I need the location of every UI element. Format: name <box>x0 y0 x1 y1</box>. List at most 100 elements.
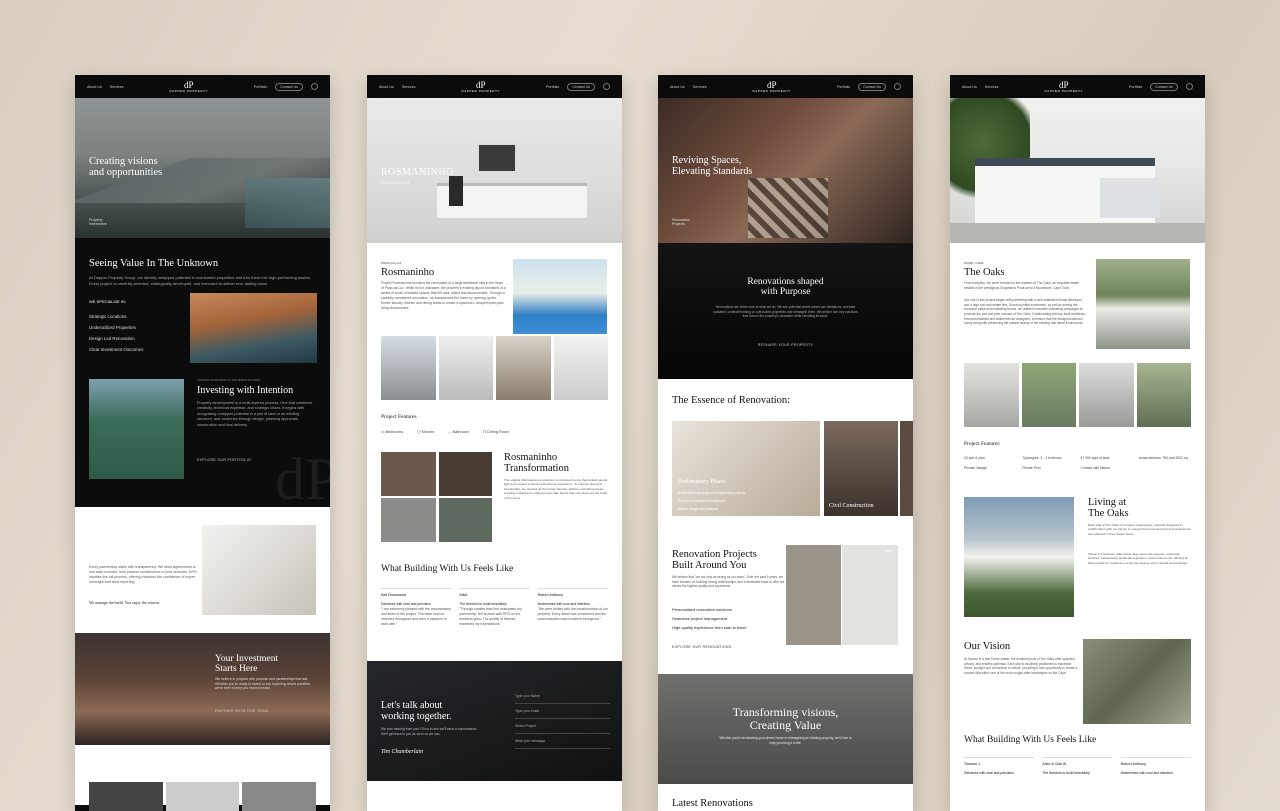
feature-item: Areas between 750 and 2000 sq <box>1138 456 1188 460</box>
carousel-photo[interactable] <box>964 363 1019 427</box>
transformation-section: Rosmaninho Transformation The original v… <box>367 446 622 556</box>
preliminary-phase-card[interactable]: Preliminary Phase Architectural drawings… <box>672 421 820 516</box>
intro-body: Project Rosmaninho involved the renovati… <box>381 281 506 310</box>
features-section: Project Features 20 plot & plan Typologi… <box>950 427 1205 497</box>
after-photo <box>439 498 492 542</box>
testimonial-card: Thomas J. Delivered with care and precisi… <box>964 757 1035 776</box>
partnership-body: Every partnership starts with transparen… <box>89 564 197 585</box>
nav-contact-button[interactable]: Contact Us <box>1150 82 1178 91</box>
features-title: Project Features <box>381 414 417 420</box>
value-section: Seeing Value In The Unknown At Dapper Pr… <box>75 238 330 287</box>
vision-section: Our Vision At Access is a real Tomer est… <box>950 625 1205 735</box>
partnership-section: A Partnership You Can Trust Every partne… <box>75 506 330 633</box>
before-photo <box>439 452 492 496</box>
menu-icon[interactable] <box>602 83 610 90</box>
partner-button[interactable]: PARTNER WITH OUR TEAM <box>215 709 268 713</box>
reshape-button[interactable]: RESHAPE YOUR PROPERTY <box>658 343 913 347</box>
top-navigation: About Us Services dP DAPPER PROPERTY Portf… <box>658 75 913 98</box>
testimonial-card: Robert Anthony Modernised with soul and i… <box>537 588 608 627</box>
feature-bathroom: ◡ Bathroom <box>448 430 470 434</box>
hero-subtitle: PRAIA DA LUZ <box>381 181 410 185</box>
nav-contact-button[interactable]: Contact Us <box>567 82 595 91</box>
nav-portfolio-link[interactable]: Portfolio <box>837 85 850 89</box>
nav-portfolio-link[interactable]: Portfolio <box>1129 85 1142 89</box>
nav-contact-button[interactable]: Contact Us <box>858 82 886 91</box>
testimonials-title: What Building With Us Feels Like <box>381 564 514 574</box>
intro-title: Rosmaninho <box>381 267 435 278</box>
projects-list-item: Seamless project management <box>672 616 728 621</box>
menu-icon[interactable] <box>893 83 901 90</box>
living-title: Living at The Oaks <box>1088 497 1129 520</box>
nav-about-link[interactable]: About Us <box>962 85 977 89</box>
specialize-block: WE SPECIALIZE IN: Strategic Locations Un… <box>75 292 330 367</box>
nav-portfolio-link[interactable]: Portfolio <box>254 85 267 89</box>
specialize-list: Strategic Locations Underutilized Proper… <box>89 311 143 355</box>
features-title: Project Features <box>964 441 1000 447</box>
testimonial-card: Nikki The freedom to build beautifully "Th… <box>459 588 530 627</box>
nav-services-link[interactable]: Services <box>693 85 707 89</box>
email-field[interactable]: Type your email <box>515 704 610 719</box>
projects-list-item: High quality experience from start to fi… <box>672 625 747 630</box>
carousel-photo[interactable] <box>438 336 493 400</box>
carousel-photo[interactable] <box>1079 363 1134 427</box>
message-field[interactable]: Write your message <box>515 734 610 749</box>
purpose-body: Renovations are at the core of what we d… <box>713 305 858 319</box>
photo-carousel[interactable] <box>950 363 1205 427</box>
civil-construction-card[interactable]: Civil Construction <box>824 421 898 516</box>
contact-form: Type your Name Type your email Select Pr… <box>515 689 610 749</box>
testimonials-title: What Building With Us Feels Like <box>964 735 1097 745</box>
oaks-kicker: PAARL, CAPE <box>964 261 984 265</box>
project-thumb[interactable] <box>242 781 317 811</box>
brand-logo[interactable]: dP DAPPER PROPERTY <box>169 80 208 93</box>
partnership-tagline: We manage the build. You enjoy the retur… <box>89 599 160 605</box>
photo-carousel[interactable] <box>367 336 622 400</box>
name-field[interactable]: Type your Name <box>515 689 610 704</box>
nav-contact-button[interactable]: Contact Us <box>275 82 303 91</box>
latest-projects-section: Latest Projects <box>75 744 330 811</box>
transformation-title: Rosmaninho Transformation <box>504 452 569 475</box>
phase-item: Council submission and approval <box>678 499 725 503</box>
testimonial-card: Neil Drummond Delivered with care and pre… <box>381 588 452 627</box>
project-select[interactable]: Select Project <box>515 719 610 734</box>
feature-item: Typologies: 3 - 4 bedroom <box>1022 456 1062 460</box>
investing-kicker: FINDING POTENTIAL IN THE RIGHT PLACES <box>197 377 261 382</box>
living-body: Each villa at The Oaks is a unique maste… <box>1088 523 1192 536</box>
phase-title: Preliminary Phase <box>678 478 726 485</box>
brand-logo[interactable]: dP DAPPER PROPERTY <box>1044 80 1083 93</box>
specialize-item: Underutilized Properties <box>89 324 136 330</box>
phase-item: Interior design and materials <box>678 507 719 511</box>
investment-title: Your Investment Starts Here <box>215 653 279 674</box>
intro-section: PRAIA DA LUZ Rosmaninho Project Rosmanin… <box>367 243 622 338</box>
villa-render-image <box>964 497 1074 617</box>
brand-logo[interactable]: dP DAPPER PROPERTY <box>461 80 500 93</box>
menu-icon[interactable] <box>1185 83 1193 90</box>
testimonials-section: What Building With Us Feels Like Thomas … <box>950 735 1205 776</box>
carousel-photo[interactable] <box>1136 363 1191 427</box>
nav-portfolio-link[interactable]: Portfolio <box>546 85 559 89</box>
nav-services-link[interactable]: Services <box>110 85 124 89</box>
explore-portfolio-button[interactable]: EXPLORE OUR PORTFOLIO <box>197 458 251 462</box>
menu-icon[interactable] <box>310 83 318 90</box>
project-thumb[interactable] <box>165 781 240 811</box>
feature-bedrooms: ▭ Bedrooms <box>381 430 403 434</box>
carousel-photo[interactable] <box>553 336 608 400</box>
project-thumb[interactable] <box>89 781 163 811</box>
transformation-body: The original villa featured a collection… <box>504 478 608 500</box>
brand-logo[interactable]: dP DAPPER PROPERTY <box>752 80 791 93</box>
nav-about-link[interactable]: About Us <box>670 85 685 89</box>
nav-services-link[interactable]: Services <box>402 85 416 89</box>
carousel-photo[interactable] <box>381 336 436 400</box>
explore-renovations-button[interactable]: EXPLORE OUR RENOVATIONS <box>672 645 731 649</box>
nav-about-link[interactable]: About Us <box>379 85 394 89</box>
oaks-intro-section: PAARL, CAPE The Oaks From inception, we … <box>950 243 1205 363</box>
before-after-slider[interactable]: After <box>786 545 898 645</box>
nav-about-link[interactable]: About Us <box>87 85 102 89</box>
carousel-photo[interactable] <box>496 336 551 400</box>
site-map-image <box>1083 639 1191 724</box>
next-card-preview[interactable] <box>900 421 913 516</box>
feature-item: Private Garage <box>964 466 987 470</box>
mockup-the-oaks-page: About Us Services dP DAPPER PROPERTY Portf… <box>950 75 1205 811</box>
carousel-photo[interactable] <box>1021 363 1076 427</box>
value-title: Seeing Value In The Unknown <box>89 258 219 269</box>
nav-services-link[interactable]: Services <box>985 85 999 89</box>
